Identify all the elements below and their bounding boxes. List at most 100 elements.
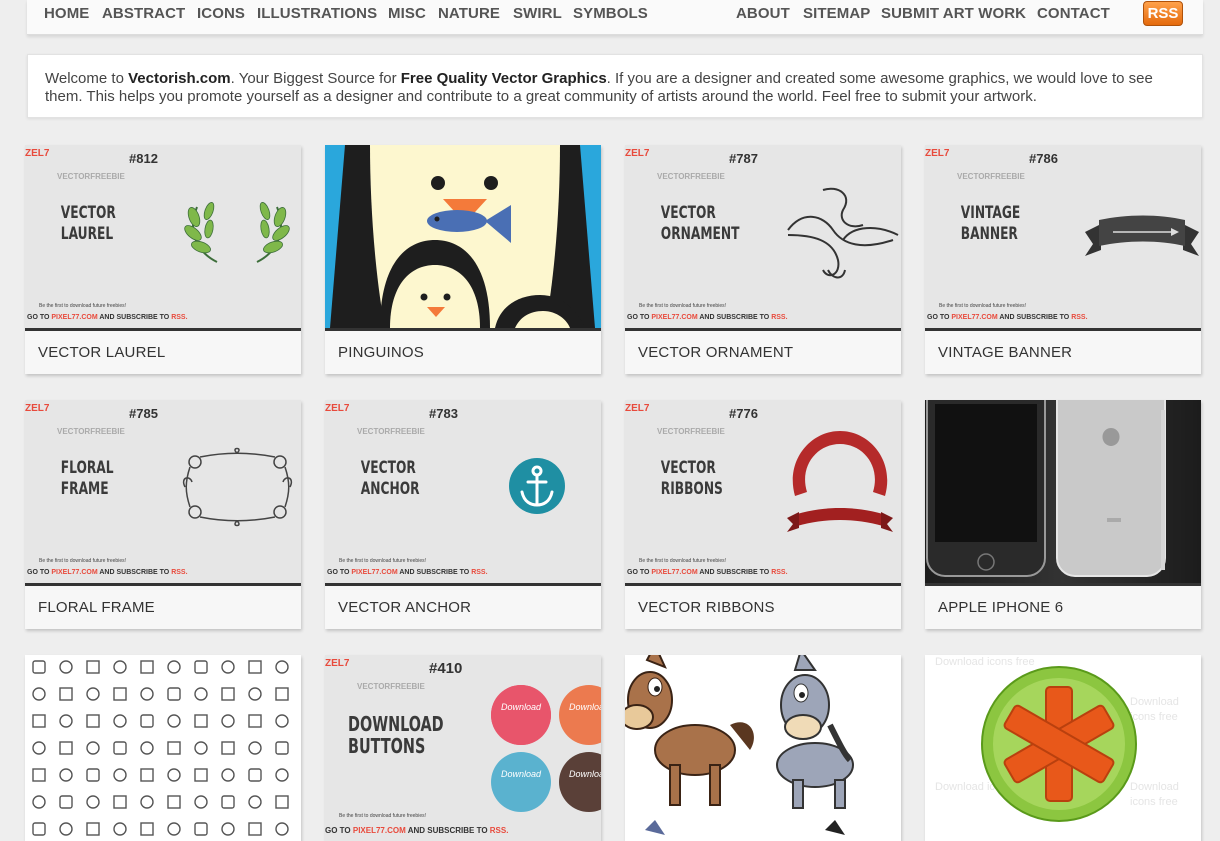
nav-abstract[interactable]: ABSTRACT bbox=[102, 5, 185, 22]
mini-icon bbox=[248, 687, 262, 701]
card-medical-icon[interactable]: Download icons free Download icons free … bbox=[925, 655, 1201, 841]
card-apple-iphone-6[interactable]: APPLE IPHONE 6 bbox=[925, 400, 1201, 629]
thumbnail[interactable]: ZEL7 #787 VECTORFREEBIE VECTOR ORNAMENT B… bbox=[625, 145, 901, 328]
mini-icon bbox=[59, 795, 73, 809]
thumbnail[interactable] bbox=[325, 145, 601, 328]
card-vector-laurel[interactable]: ZEL7 #812 VECTORFREEBIE VECTOR LAUREL Be … bbox=[25, 145, 301, 374]
welcome-text-1: Welcome to bbox=[45, 70, 129, 87]
thumbnail[interactable]: ZEL7 #812 VECTORFREEBIE VECTOR LAUREL Be … bbox=[25, 145, 301, 328]
mini-icon bbox=[167, 741, 181, 755]
card-title[interactable]: VECTOR RIBBONS bbox=[638, 599, 775, 616]
nav-symbols[interactable]: SYMBOLS bbox=[573, 5, 648, 22]
card-title[interactable]: VECTOR ORNAMENT bbox=[638, 344, 793, 361]
thumbnail[interactable] bbox=[25, 655, 301, 841]
nav-home[interactable]: HOME bbox=[44, 5, 89, 22]
vectorfreebie-label: VECTORFREEBIE bbox=[357, 682, 425, 691]
top-navigation: HOME ABSTRACT ICONS ILLUSTRATIONS MISC N… bbox=[27, 0, 1203, 35]
mini-icon bbox=[59, 687, 73, 701]
freebie-number: #786 bbox=[1029, 151, 1058, 166]
site-name: Vectorish.com bbox=[128, 70, 231, 87]
freebie-heading: FLORAL FRAME bbox=[60, 458, 114, 499]
pixel77-logo: ZEL7 bbox=[925, 148, 950, 159]
thumbnail[interactable]: ZEL7 #783 VECTORFREEBIE VECTOR ANCHOR Be … bbox=[325, 400, 601, 583]
mini-icon bbox=[140, 822, 154, 836]
nav-about[interactable]: ABOUT bbox=[736, 5, 790, 22]
nav-swirl[interactable]: SWIRL bbox=[513, 5, 562, 22]
mini-icon bbox=[86, 687, 100, 701]
mini-icon bbox=[167, 795, 181, 809]
card-vector-ribbons[interactable]: ZEL7 #776 VECTORFREEBIE VECTOR RIBBONS Be… bbox=[625, 400, 901, 629]
card-title[interactable]: PINGUINOS bbox=[338, 344, 424, 361]
freebie-heading: VECTOR ANCHOR bbox=[360, 458, 420, 499]
freebie-heading: VECTOR LAUREL bbox=[60, 203, 116, 244]
vectorfreebie-label: VECTORFREEBIE bbox=[357, 427, 425, 436]
card-line-icons[interactable] bbox=[25, 655, 301, 841]
welcome-text: Welcome to Vectorish.com. Your Biggest S… bbox=[28, 55, 1202, 106]
freebie-note: Be the first to download future freebies… bbox=[339, 813, 426, 819]
nav-illustrations[interactable]: ILLUSTRATIONS bbox=[257, 5, 377, 22]
mini-icon bbox=[59, 768, 73, 782]
mini-icon bbox=[275, 714, 289, 728]
thumbnail[interactable]: ZEL7 #776 VECTORFREEBIE VECTOR RIBBONS Be… bbox=[625, 400, 901, 583]
freebie-heading: DOWNLOAD BUTTONS bbox=[348, 712, 444, 758]
nav-sitemap[interactable]: SITEMAP bbox=[803, 5, 870, 22]
banner-illustration bbox=[1085, 215, 1199, 256]
thumbnail[interactable]: ZEL7 #785 VECTORFREEBIE FLORAL FRAME Be t… bbox=[25, 400, 301, 583]
mini-icon bbox=[59, 822, 73, 836]
thumbnail[interactable] bbox=[925, 400, 1201, 583]
freebie-goto: GO TO PIXEL77.COM AND SUBSCRIBE TO RSS. bbox=[27, 569, 188, 576]
mini-icon bbox=[86, 714, 100, 728]
freebie-number: #785 bbox=[129, 406, 158, 421]
line-icons-illustration bbox=[32, 660, 289, 836]
thumbnail[interactable] bbox=[625, 655, 901, 841]
thumbnail[interactable]: ZEL7 #410 VECTORFREEBIE DOWNLOAD BUTTONS … bbox=[325, 655, 601, 841]
card-floral-frame[interactable]: ZEL7 #785 VECTORFREEBIE FLORAL FRAME Be t… bbox=[25, 400, 301, 629]
nav-contact[interactable]: CONTACT bbox=[1037, 5, 1110, 22]
card-download-buttons[interactable]: ZEL7 #410 VECTORFREEBIE DOWNLOAD BUTTONS … bbox=[325, 655, 601, 841]
card-title[interactable]: VECTOR ANCHOR bbox=[338, 599, 471, 616]
mini-icon bbox=[167, 768, 181, 782]
ornament-illustration bbox=[787, 187, 899, 279]
iphone-illustration bbox=[926, 400, 1166, 577]
nav-nature[interactable]: NATURE bbox=[438, 5, 500, 22]
mini-icon bbox=[248, 795, 262, 809]
mini-icon bbox=[113, 660, 127, 674]
rss-button[interactable]: RSS bbox=[1143, 1, 1183, 26]
mini-icon bbox=[248, 822, 262, 836]
card-vintage-banner[interactable]: ZEL7 #786 VECTORFREEBIE VINTAGE BANNER Be… bbox=[925, 145, 1201, 374]
card-vector-anchor[interactable]: ZEL7 #783 VECTORFREEBIE VECTOR ANCHOR Be … bbox=[325, 400, 601, 629]
pixel77-logo: ZEL7 bbox=[325, 403, 350, 414]
nav-submit-artwork[interactable]: SUBMIT ART WORK bbox=[881, 5, 1026, 22]
card-title[interactable]: VECTOR LAUREL bbox=[38, 344, 165, 361]
card-vector-ornament[interactable]: ZEL7 #787 VECTORFREEBIE VECTOR ORNAMENT B… bbox=[625, 145, 901, 374]
card-divider bbox=[625, 328, 901, 331]
mini-icon bbox=[140, 741, 154, 755]
mini-icon bbox=[221, 741, 235, 755]
nav-icons[interactable]: ICONS bbox=[197, 5, 245, 22]
card-pinguinos[interactable]: PINGUINOS bbox=[325, 145, 601, 374]
mini-icon bbox=[32, 687, 46, 701]
mini-icon bbox=[86, 795, 100, 809]
mini-icon bbox=[194, 660, 208, 674]
card-donkeys[interactable] bbox=[625, 655, 901, 841]
vectorfreebie-label: VECTORFREEBIE bbox=[657, 427, 725, 436]
mini-icon bbox=[86, 768, 100, 782]
freebie-number: #410 bbox=[429, 660, 463, 677]
freebie-note: Be the first to download future freebies… bbox=[639, 303, 726, 309]
card-title[interactable]: APPLE IPHONE 6 bbox=[938, 599, 1063, 616]
freebie-note: Be the first to download future freebies… bbox=[339, 558, 426, 564]
card-title[interactable]: FLORAL FRAME bbox=[38, 599, 155, 616]
freebie-note: Be the first to download future freebies… bbox=[939, 303, 1026, 309]
thumbnail[interactable]: ZEL7 #786 VECTORFREEBIE VINTAGE BANNER Be… bbox=[925, 145, 1201, 328]
mini-icon bbox=[140, 768, 154, 782]
watermark-text: Download icons free bbox=[1130, 696, 1179, 723]
mini-icon bbox=[167, 687, 181, 701]
mini-icon bbox=[194, 822, 208, 836]
card-title[interactable]: VINTAGE BANNER bbox=[938, 344, 1072, 361]
thumbnail[interactable]: Download icons free Download icons free … bbox=[925, 655, 1201, 841]
nav-misc[interactable]: MISC bbox=[388, 5, 426, 22]
medical-star-icon bbox=[981, 666, 1137, 822]
freebie-number: #776 bbox=[729, 406, 758, 421]
mini-icon bbox=[86, 660, 100, 674]
mini-icon bbox=[221, 714, 235, 728]
